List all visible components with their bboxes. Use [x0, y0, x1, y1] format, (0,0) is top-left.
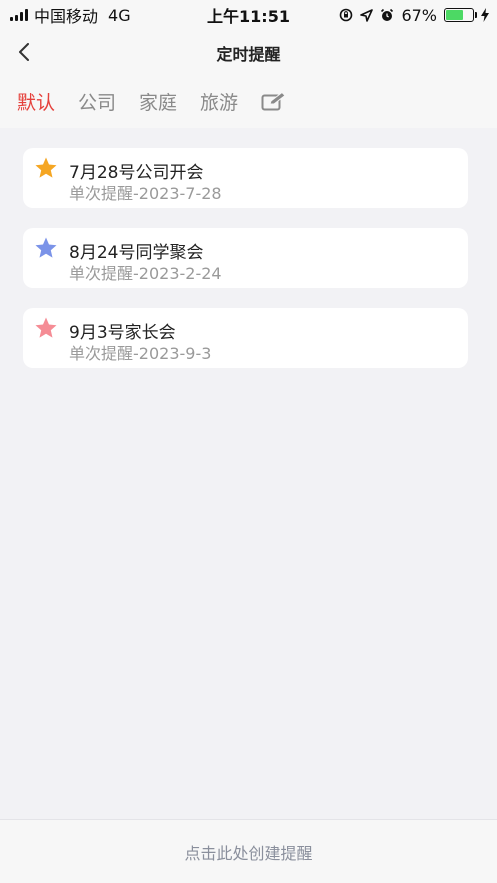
alarm-icon: [381, 8, 394, 21]
chevron-left-icon: [19, 43, 29, 61]
battery-fill: [446, 10, 464, 20]
edit-icon: [261, 91, 286, 110]
battery-percent: 67%: [401, 5, 437, 25]
category-tabs: 默认 公司 家庭 旅游: [0, 75, 497, 128]
reminder-list: 7月28号公司开会 单次提醒-2023-7-28 8月24号同学聚会 单次提醒-…: [23, 148, 468, 388]
reminder-subtitle: 单次提醒-2023-2-24: [69, 264, 222, 283]
reminder-subtitle: 单次提醒-2023-9-3: [69, 344, 212, 363]
back-button[interactable]: [12, 38, 36, 66]
signal-icon: [10, 9, 28, 21]
star-icon: [35, 237, 57, 258]
star-icon: [35, 317, 57, 338]
status-bar: 中国移动 4G 上午11:51 67%: [0, 0, 497, 30]
tab-company[interactable]: 公司: [78, 88, 116, 115]
page-title: 定时提醒: [216, 44, 281, 64]
star-icon: [35, 157, 57, 178]
network-label: 4G: [108, 5, 131, 25]
nav-bar: 定时提醒: [0, 30, 497, 75]
charging-icon: [481, 8, 489, 22]
location-icon: [360, 8, 374, 22]
tab-travel[interactable]: 旅游: [200, 88, 238, 115]
reminder-subtitle: 单次提醒-2023-7-28: [69, 184, 222, 203]
status-left: 中国移动 4G: [10, 3, 131, 27]
reminder-card[interactable]: 8月24号同学聚会 单次提醒-2023-2-24: [23, 228, 468, 288]
carrier-label: 中国移动: [34, 7, 99, 26]
edit-categories-button[interactable]: [261, 91, 287, 113]
tab-default[interactable]: 默认: [17, 88, 55, 115]
create-reminder-button[interactable]: 点击此处创建提醒: [0, 819, 497, 883]
battery-icon: [444, 8, 477, 22]
tab-family[interactable]: 家庭: [139, 88, 177, 115]
reminder-card[interactable]: 9月3号家长会 单次提醒-2023-9-3: [23, 308, 468, 368]
create-reminder-label: 点击此处创建提醒: [184, 843, 313, 863]
reminder-card[interactable]: 7月28号公司开会 单次提醒-2023-7-28: [23, 148, 468, 208]
status-right: 67%: [339, 6, 489, 25]
orientation-lock-icon: [340, 8, 353, 22]
